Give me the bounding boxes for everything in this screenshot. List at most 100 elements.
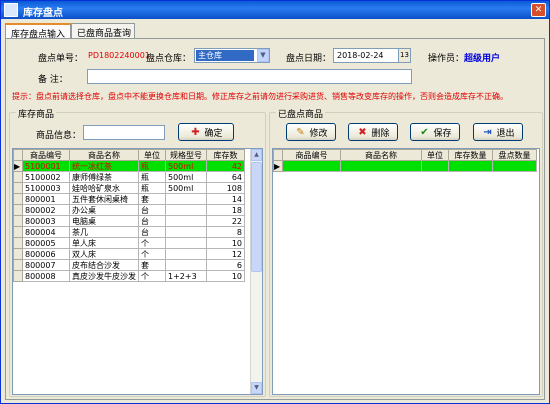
table-cell[interactable] <box>165 259 207 271</box>
table-cell[interactable] <box>165 226 207 238</box>
table-cell[interactable] <box>165 248 207 260</box>
table-row[interactable]: 800004 茶几台 8 <box>13 226 245 238</box>
col-header[interactable]: 单位 <box>138 149 166 161</box>
table-cell[interactable]: 1+2+3 <box>165 270 207 282</box>
table-row[interactable]: ▶ 5100001 统一冰红茶瓶 500ml 42 <box>13 160 245 172</box>
table-row[interactable]: 800008 真皮沙发牛皮沙发个 1+2+3 10 <box>13 270 245 282</box>
col-header[interactable]: 盘点数量 <box>492 149 537 161</box>
table-cell[interactable]: 套 <box>138 259 166 271</box>
table-cell[interactable]: 12 <box>206 248 245 260</box>
table-cell[interactable]: 800001 <box>22 193 70 205</box>
table-row[interactable]: 800006 双人床个 12 <box>13 248 245 260</box>
col-header[interactable]: 商品名称 <box>69 149 139 161</box>
table-cell[interactable]: 套 <box>138 193 166 205</box>
table-row[interactable]: 5100003 娃哈哈矿泉水瓶 500ml 108 <box>13 182 245 194</box>
table-cell[interactable]: 5100002 <box>22 171 70 183</box>
table-cell[interactable]: 800008 <box>22 270 70 282</box>
table-cell[interactable]: 个 <box>138 237 166 249</box>
date-field[interactable]: 2018-02-24 13 <box>333 48 411 63</box>
table-cell[interactable]: 个 <box>138 270 166 282</box>
table-cell[interactable]: 单人床 <box>69 237 139 249</box>
table-cell[interactable]: 8 <box>206 226 245 238</box>
table-cell[interactable]: 统一冰红茶 <box>69 160 139 172</box>
table-cell[interactable]: 800006 <box>22 248 70 260</box>
table-cell[interactable]: 台 <box>138 204 166 216</box>
delete-button[interactable]: ✖ 删除 <box>348 123 398 141</box>
table-cell[interactable]: 瓶 <box>138 182 166 194</box>
scroll-down-icon[interactable]: ▼ <box>251 382 262 394</box>
col-header[interactable]: 规格型号 <box>165 149 207 161</box>
counted-grid[interactable]: 商品编号 商品名称 单位 库存数量 盘点数量 ▶ <box>272 148 540 395</box>
scroll-up-icon[interactable]: ▲ <box>251 149 262 161</box>
stock-scrollbar[interactable]: ▲ ▼ <box>250 149 262 394</box>
warehouse-select[interactable]: 主仓库 ▼ <box>194 48 270 63</box>
confirm-button[interactable]: ✚ 确定 <box>178 123 234 141</box>
warehouse-selected: 主仓库 <box>196 50 254 61</box>
tab-counted-query[interactable]: 已盘商品查询 <box>71 23 135 39</box>
table-row[interactable]: 800005 单人床个 10 <box>13 237 245 249</box>
col-header[interactable]: 库存数 <box>206 149 245 161</box>
table-row[interactable]: 800007 皮布结合沙发套 6 <box>13 259 245 271</box>
table-cell[interactable]: 电脑桌 <box>69 215 139 227</box>
table-cell[interactable]: 办公桌 <box>69 204 139 216</box>
table-cell[interactable]: 台 <box>138 215 166 227</box>
table-row[interactable]: 800003 电脑桌台 22 <box>13 215 245 227</box>
edit-button[interactable]: ✎ 修改 <box>286 123 336 141</box>
table-cell[interactable]: 14 <box>206 193 245 205</box>
exit-button[interactable]: ⇥ 退出 <box>473 123 523 141</box>
save-button[interactable]: ✔ 保存 <box>410 123 460 141</box>
pencil-icon: ✎ <box>296 126 305 138</box>
table-row[interactable]: 800001 五件套休闲桌椅套 14 <box>13 193 245 205</box>
table-cell[interactable]: 双人床 <box>69 248 139 260</box>
tip-text: 提示：盘点前请选择仓库，盘点中不能更换仓库和日期。修正库存之前请勿进行采购进货、… <box>12 92 508 101</box>
table-cell[interactable]: 64 <box>206 171 245 183</box>
table-cell[interactable]: 茶几 <box>69 226 139 238</box>
table-row[interactable]: ▶ <box>273 160 537 172</box>
col-header[interactable]: 商品名称 <box>340 149 422 161</box>
table-cell[interactable]: 五件套休闲桌椅 <box>69 193 139 205</box>
table-cell[interactable]: 800005 <box>22 237 70 249</box>
table-cell[interactable] <box>165 204 207 216</box>
table-cell[interactable]: 5100003 <box>22 182 70 194</box>
close-icon[interactable]: ✕ <box>531 3 546 17</box>
table-cell[interactable]: 500ml <box>165 182 207 194</box>
table-row[interactable]: 5100002 康师傅绿茶瓶 500ml 64 <box>13 171 245 183</box>
table-cell[interactable]: 个 <box>138 248 166 260</box>
table-cell[interactable]: 42 <box>206 160 245 172</box>
stock-grid[interactable]: 商品编号 商品名称 单位 规格型号 库存数 ▶ 5100001 统一冰红茶瓶 500m… <box>12 148 263 395</box>
table-cell[interactable]: 18 <box>206 204 245 216</box>
table-cell[interactable] <box>165 193 207 205</box>
table-cell[interactable]: 10 <box>206 237 245 249</box>
search-input[interactable] <box>83 125 165 140</box>
table-cell[interactable]: 6 <box>206 259 245 271</box>
remark-input[interactable] <box>87 69 412 84</box>
col-header[interactable]: 商品编号 <box>22 149 70 161</box>
table-cell[interactable]: 22 <box>206 215 245 227</box>
table-cell[interactable]: 500ml <box>165 160 207 172</box>
table-cell[interactable]: 108 <box>206 182 245 194</box>
table-cell[interactable]: 皮布结合沙发 <box>69 259 139 271</box>
table-cell[interactable]: 800003 <box>22 215 70 227</box>
table-cell[interactable]: 真皮沙发牛皮沙发 <box>69 270 139 282</box>
col-header[interactable]: 库存数量 <box>448 149 493 161</box>
table-cell[interactable]: 娃哈哈矿泉水 <box>69 182 139 194</box>
table-cell[interactable]: 800004 <box>22 226 70 238</box>
scroll-thumb[interactable] <box>251 162 262 272</box>
table-cell[interactable]: 500ml <box>165 171 207 183</box>
stock-table: 商品编号 商品名称 单位 规格型号 库存数 ▶ 5100001 统一冰红茶瓶 500m… <box>13 149 245 282</box>
col-header[interactable]: 商品编号 <box>282 149 341 161</box>
table-row[interactable]: 800002 办公桌台 18 <box>13 204 245 216</box>
table-cell[interactable]: 10 <box>206 270 245 282</box>
col-header[interactable]: 单位 <box>421 149 449 161</box>
chevron-down-icon[interactable]: ▼ <box>257 49 269 62</box>
table-cell[interactable]: 800007 <box>22 259 70 271</box>
table-cell[interactable]: 瓶 <box>138 160 166 172</box>
table-cell[interactable]: 800002 <box>22 204 70 216</box>
table-cell[interactable] <box>165 215 207 227</box>
table-cell[interactable]: 5100001 <box>22 160 70 172</box>
table-cell[interactable] <box>165 237 207 249</box>
table-cell[interactable]: 瓶 <box>138 171 166 183</box>
table-cell[interactable]: 康师傅绿茶 <box>69 171 139 183</box>
table-cell[interactable]: 台 <box>138 226 166 238</box>
calendar-icon[interactable]: 13 <box>398 49 410 62</box>
